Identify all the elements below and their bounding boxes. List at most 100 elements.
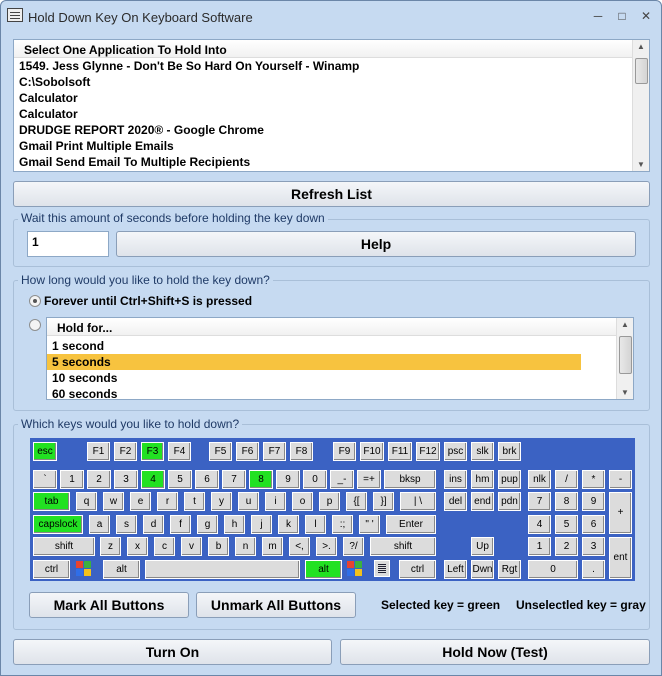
key-comma[interactable]: <, — [289, 537, 310, 556]
scroll-thumb[interactable] — [619, 336, 632, 374]
key-u[interactable]: u — [238, 492, 259, 511]
key-numpad-divide[interactable]: / — [555, 470, 578, 489]
key-3[interactable]: 3 — [114, 470, 138, 489]
key-1[interactable]: 1 — [60, 470, 84, 489]
key-right[interactable]: Rgt — [498, 560, 521, 579]
key-numpad-3[interactable]: 3 — [582, 537, 605, 556]
mark-all-button[interactable]: Mark All Buttons — [29, 592, 189, 618]
key-capslock[interactable]: capslock — [33, 515, 83, 534]
key-q[interactable]: q — [76, 492, 97, 511]
key-f12[interactable]: F12 — [416, 442, 440, 461]
key-tab[interactable]: tab — [33, 492, 70, 511]
key-6[interactable]: 6 — [195, 470, 219, 489]
duration-option[interactable]: 1 second — [47, 338, 581, 354]
key-l[interactable]: l — [305, 515, 326, 534]
forever-radio[interactable] — [29, 295, 41, 307]
key-numpad-plus[interactable]: + — [609, 492, 632, 534]
key-numpad-5[interactable]: 5 — [555, 515, 578, 534]
application-list-scrollbar[interactable]: ▲ ▼ — [632, 40, 649, 171]
key-9[interactable]: 9 — [276, 470, 300, 489]
key-numpad-8[interactable]: 8 — [555, 492, 578, 511]
key-numpad-multiply[interactable]: * — [582, 470, 605, 489]
hold-duration-list[interactable]: Hold for... 1 second 5 seconds 10 second… — [46, 317, 634, 401]
key-enter[interactable]: Enter — [386, 515, 436, 534]
scroll-thumb[interactable] — [635, 58, 648, 84]
key-pgup[interactable]: pup — [498, 470, 521, 489]
key-numpad-9[interactable]: 9 — [582, 492, 605, 511]
key-f9[interactable]: F9 — [333, 442, 356, 461]
key-minus[interactable]: _- — [330, 470, 354, 489]
minimize-button[interactable]: ─ — [589, 8, 607, 24]
list-item[interactable]: 1549. Jess Glynne - Don't Be So Hard On … — [14, 58, 632, 74]
key-e[interactable]: e — [130, 492, 151, 511]
key-numpad-1[interactable]: 1 — [528, 537, 551, 556]
key-left-ctrl[interactable]: ctrl — [33, 560, 70, 579]
application-list[interactable]: Select One Application To Hold Into 1549… — [13, 39, 650, 172]
duration-option[interactable]: 10 seconds — [47, 370, 581, 386]
key-f[interactable]: f — [170, 515, 191, 534]
key-right-ctrl[interactable]: ctrl — [399, 560, 436, 579]
key-r[interactable]: r — [157, 492, 178, 511]
key-right-bracket[interactable]: }] — [373, 492, 394, 511]
key-del[interactable]: del — [444, 492, 467, 511]
key-numpad-dot[interactable]: . — [582, 560, 605, 579]
key-m[interactable]: m — [262, 537, 283, 556]
key-numpad-6[interactable]: 6 — [582, 515, 605, 534]
key-w[interactable]: w — [103, 492, 124, 511]
key-left-bracket[interactable]: {[ — [346, 492, 367, 511]
key-numlock[interactable]: nlk — [528, 470, 551, 489]
key-equals[interactable]: =+ — [357, 470, 381, 489]
key-right-alt[interactable]: alt — [305, 560, 342, 579]
list-item[interactable]: C:\Sobolsoft — [14, 74, 632, 90]
key-d[interactable]: d — [143, 515, 164, 534]
key-left-alt[interactable]: alt — [103, 560, 140, 579]
key-numpad-2[interactable]: 2 — [555, 537, 578, 556]
key-h[interactable]: h — [224, 515, 245, 534]
key-numpad-4[interactable]: 4 — [528, 515, 551, 534]
duration-option-selected[interactable]: 5 seconds — [47, 354, 581, 370]
key-s[interactable]: s — [116, 515, 137, 534]
list-item[interactable]: DRUDGE REPORT 2020® - Google Chrome — [14, 122, 632, 138]
duration-list-scrollbar[interactable]: ▲ ▼ — [616, 318, 633, 399]
key-g[interactable]: g — [197, 515, 218, 534]
key-f2[interactable]: F2 — [114, 442, 137, 461]
key-home[interactable]: hm — [471, 470, 494, 489]
key-numpad-enter[interactable]: ent — [609, 537, 632, 579]
help-button[interactable]: Help — [116, 231, 636, 257]
menu-key-icon[interactable] — [374, 560, 390, 577]
key-backslash[interactable]: | \ — [400, 492, 436, 511]
key-o[interactable]: o — [292, 492, 313, 511]
key-z[interactable]: z — [100, 537, 121, 556]
key-left[interactable]: Left — [444, 560, 467, 579]
key-period[interactable]: >. — [316, 537, 337, 556]
key-v[interactable]: v — [181, 537, 202, 556]
key-left-shift[interactable]: shift — [33, 537, 95, 556]
close-button[interactable]: ✕ — [637, 8, 655, 24]
key-f6[interactable]: F6 — [236, 442, 259, 461]
key-j[interactable]: j — [251, 515, 272, 534]
key-up[interactable]: Up — [471, 537, 494, 556]
key-f3[interactable]: F3 — [141, 442, 164, 461]
key-8[interactable]: 8 — [249, 470, 273, 489]
list-item[interactable]: Calculator — [14, 90, 632, 106]
key-b[interactable]: b — [208, 537, 229, 556]
key-f8[interactable]: F8 — [290, 442, 313, 461]
key-end[interactable]: end — [471, 492, 494, 511]
key-0[interactable]: 0 — [303, 470, 327, 489]
key-psc[interactable]: psc — [444, 442, 467, 461]
maximize-button[interactable]: □ — [613, 8, 631, 24]
key-2[interactable]: 2 — [87, 470, 111, 489]
key-numpad-7[interactable]: 7 — [528, 492, 551, 511]
key-f7[interactable]: F7 — [263, 442, 286, 461]
key-quote[interactable]: " ' — [359, 515, 380, 534]
scroll-up-icon[interactable]: ▲ — [620, 320, 630, 329]
windows-key-icon[interactable] — [75, 560, 92, 577]
key-brk[interactable]: brk — [498, 442, 521, 461]
key-pgdn[interactable]: pdn — [498, 492, 521, 511]
key-t[interactable]: t — [184, 492, 205, 511]
unmark-all-button[interactable]: Unmark All Buttons — [196, 592, 356, 618]
key-slk[interactable]: slk — [471, 442, 494, 461]
key-p[interactable]: p — [319, 492, 340, 511]
key-4[interactable]: 4 — [141, 470, 165, 489]
scroll-down-icon[interactable]: ▼ — [636, 160, 646, 169]
